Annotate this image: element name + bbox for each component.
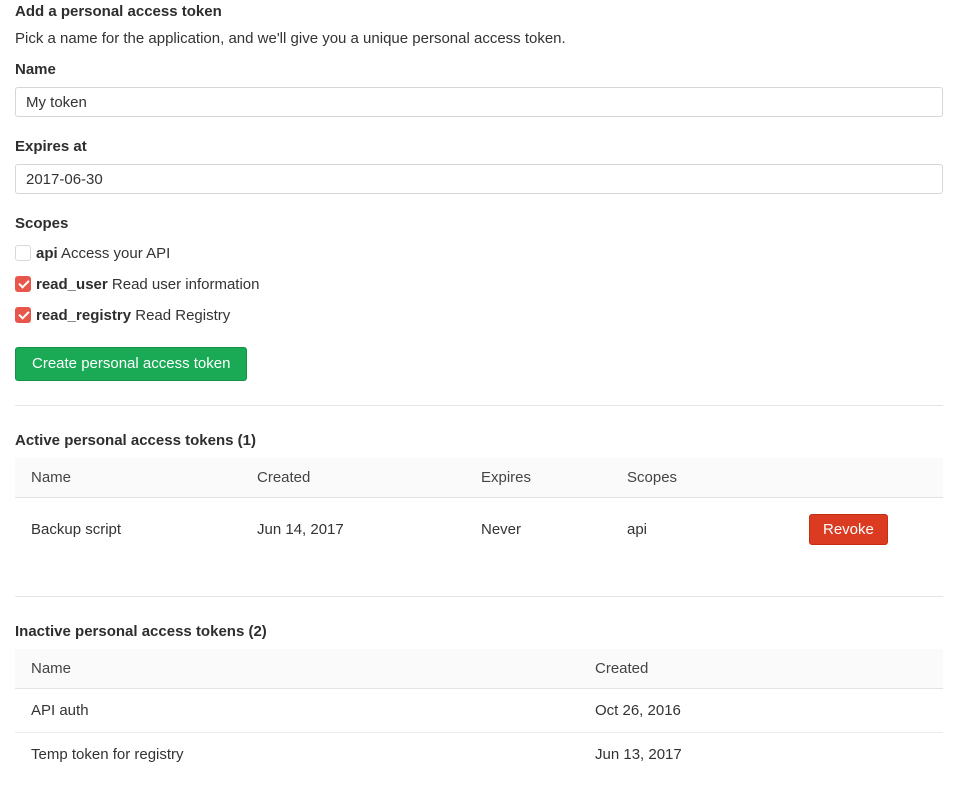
token-scopes-cell: api (611, 498, 793, 562)
column-header-created: Created (241, 458, 465, 498)
scopes-list: api Access your API read_user Read user … (15, 243, 943, 326)
inactive-token-row: API auth Oct 26, 2016 (15, 689, 943, 733)
token-name-input[interactable] (15, 87, 943, 117)
table-header-row: Name Created (15, 649, 943, 689)
divider (15, 405, 943, 406)
token-name-cell: API auth (15, 689, 579, 733)
active-tokens-heading: Active personal access tokens (1) (15, 430, 943, 451)
column-header-created: Created (579, 649, 943, 689)
token-action-cell: Revoke (793, 498, 943, 562)
token-name-cell: Backup script (15, 498, 241, 562)
scope-name: read_registry (36, 307, 131, 324)
api-checkbox[interactable] (15, 245, 31, 261)
inactive-token-row: Temp token for registry Jun 13, 2017 (15, 733, 943, 777)
personal-access-tokens-page: Add a personal access token Pick a name … (15, 1, 943, 776)
active-token-row: Backup script Jun 14, 2017 Never api Rev… (15, 498, 943, 562)
column-header-expires: Expires (465, 458, 611, 498)
scope-name: read_user (36, 276, 108, 293)
create-token-button[interactable]: Create personal access token (15, 347, 247, 381)
token-created-cell: Jun 13, 2017 (579, 733, 943, 777)
scope-api-checkbox-row[interactable]: api Access your API (15, 243, 943, 264)
divider (15, 596, 943, 597)
column-header-actions (793, 458, 943, 498)
scope-read-user-checkbox-row[interactable]: read_user Read user information (15, 274, 943, 295)
name-label: Name (15, 59, 943, 80)
column-header-name: Name (15, 649, 579, 689)
inactive-tokens-heading: Inactive personal access tokens (2) (15, 621, 943, 642)
token-created-cell: Oct 26, 2016 (579, 689, 943, 733)
revoke-button[interactable]: Revoke (809, 514, 888, 545)
read-registry-checkbox[interactable] (15, 307, 31, 323)
add-token-heading: Add a personal access token (15, 1, 943, 22)
expires-at-label: Expires at (15, 136, 943, 157)
read-user-checkbox[interactable] (15, 276, 31, 292)
scope-read-registry-checkbox-row[interactable]: read_registry Read Registry (15, 305, 943, 326)
scope-name: api (36, 245, 58, 262)
active-tokens-table: Name Created Expires Scopes Backup scrip… (15, 458, 943, 561)
column-header-name: Name (15, 458, 241, 498)
scopes-label: Scopes (15, 213, 943, 234)
scope-description: Read user information (112, 276, 260, 293)
expires-at-input[interactable] (15, 164, 943, 194)
token-expires-cell: Never (465, 498, 611, 562)
column-header-scopes: Scopes (611, 458, 793, 498)
scope-description: Read Registry (135, 307, 230, 324)
add-token-description: Pick a name for the application, and we'… (15, 28, 943, 49)
token-name-cell: Temp token for registry (15, 733, 579, 777)
token-created-cell: Jun 14, 2017 (241, 498, 465, 562)
scope-description: Access your API (61, 245, 170, 262)
inactive-tokens-table: Name Created API auth Oct 26, 2016 Temp … (15, 649, 943, 776)
table-header-row: Name Created Expires Scopes (15, 458, 943, 498)
